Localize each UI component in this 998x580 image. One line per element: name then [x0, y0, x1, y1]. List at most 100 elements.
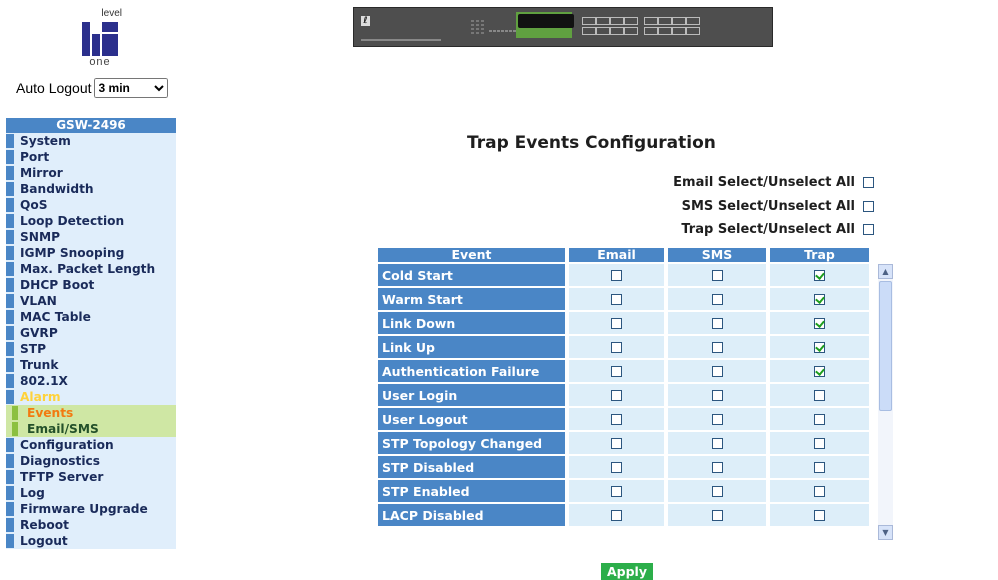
sidebar-item-stp[interactable]: STP	[6, 341, 176, 357]
table-row: Warm Start	[378, 288, 869, 310]
sidebar-item-snmp[interactable]: SNMP	[6, 229, 176, 245]
email-checkbox[interactable]	[611, 293, 622, 305]
sms-checkbox[interactable]	[711, 389, 723, 401]
email-cell	[569, 456, 664, 478]
sidebar-item-firmware-upgrade[interactable]: Firmware Upgrade	[6, 501, 176, 517]
event-name: Link Down	[378, 312, 565, 334]
event-name: Cold Start	[378, 264, 565, 286]
trap-checkbox[interactable]	[814, 485, 825, 497]
sms-checkbox[interactable]	[711, 509, 723, 521]
sidebar-item-bandwidth[interactable]: Bandwidth	[6, 181, 176, 197]
sms-checkbox[interactable]	[711, 269, 723, 281]
email-checkbox[interactable]	[611, 341, 622, 353]
sms-checkbox[interactable]	[711, 485, 723, 497]
sidebar-item-gvrp[interactable]: GVRP	[6, 325, 176, 341]
sms-checkbox[interactable]	[711, 341, 723, 353]
sidebar-item-trunk[interactable]: Trunk	[6, 357, 176, 373]
sidebar-item-loop-detection[interactable]: Loop Detection	[6, 213, 176, 229]
trap-cell	[770, 264, 869, 286]
email-checkbox[interactable]	[611, 317, 622, 329]
email-cell	[569, 504, 664, 526]
event-name: Authentication Failure	[378, 360, 565, 382]
sidebar-item-max-packet-length[interactable]: Max. Packet Length	[6, 261, 176, 277]
email-cell	[569, 408, 664, 430]
table-scrollbar[interactable]: ▲ ▼	[878, 264, 893, 540]
sms-checkbox[interactable]	[711, 317, 723, 329]
table-row: LACP Disabled	[378, 504, 869, 526]
sfp-port-icon	[644, 17, 658, 25]
sms-cell	[668, 264, 766, 286]
sidebar-item-port[interactable]: Port	[6, 149, 176, 165]
email-checkbox[interactable]	[611, 437, 622, 449]
sidebar-subitem-events[interactable]: Events	[6, 405, 176, 421]
trap-cell	[770, 456, 869, 478]
trap-checkbox[interactable]	[814, 461, 825, 473]
email-checkbox[interactable]	[611, 485, 622, 497]
email-checkbox[interactable]	[611, 269, 622, 281]
sms-checkbox[interactable]	[711, 293, 723, 305]
sms-checkbox[interactable]	[711, 437, 723, 449]
sms-select-all-checkbox[interactable]	[863, 201, 874, 212]
sfp-port-icon	[610, 27, 624, 35]
sms-cell	[668, 432, 766, 454]
rj45-port-icon	[557, 14, 574, 28]
trap-checkbox[interactable]	[814, 341, 825, 353]
sms-checkbox[interactable]	[711, 365, 723, 377]
sfp-port-icon	[686, 17, 700, 25]
trap-select-all: Trap Select/Unselect All	[681, 222, 874, 237]
trap-checkbox[interactable]	[814, 269, 825, 281]
email-cell	[569, 336, 664, 358]
trap-checkbox[interactable]	[814, 365, 825, 377]
apply-button[interactable]: Apply	[601, 563, 653, 580]
header-email: Email	[569, 248, 664, 262]
sidebar-item-igmp-snooping[interactable]: IGMP Snooping	[6, 245, 176, 261]
sidebar-item-logout[interactable]: Logout	[6, 533, 176, 549]
sms-checkbox[interactable]	[711, 461, 723, 473]
trap-checkbox[interactable]	[814, 293, 825, 305]
trap-checkbox[interactable]	[814, 413, 825, 425]
table-row: Cold Start	[378, 264, 869, 286]
sidebar-item-reboot[interactable]: Reboot	[6, 517, 176, 533]
trap-checkbox[interactable]	[814, 437, 825, 449]
sidebar-item-diagnostics[interactable]: Diagnostics	[6, 453, 176, 469]
sidebar-item-802-1x[interactable]: 802.1X	[6, 373, 176, 389]
sfp-port-icon	[582, 17, 596, 25]
sidebar-nav: GSW-2496 System Port Mirror Bandwidth QoS Loo…	[6, 118, 176, 549]
sidebar-item-system[interactable]: System	[6, 133, 176, 149]
sidebar-item-mac-table[interactable]: MAC Table	[6, 309, 176, 325]
trap-checkbox[interactable]	[814, 317, 825, 329]
email-cell	[569, 360, 664, 382]
trap-select-all-checkbox[interactable]	[863, 224, 874, 235]
scrollbar-thumb[interactable]	[879, 281, 892, 411]
email-select-all-checkbox[interactable]	[863, 177, 874, 188]
auto-logout-select[interactable]: 3 min	[93, 78, 168, 98]
scroll-down-icon[interactable]: ▼	[878, 525, 893, 540]
sms-select-all-label: SMS Select/Unselect All	[681, 199, 855, 214]
logo-top-text: level	[101, 8, 122, 19]
sidebar-item-tftp-server[interactable]: TFTP Server	[6, 469, 176, 485]
sidebar-item-mirror[interactable]: Mirror	[6, 165, 176, 181]
sms-cell	[668, 456, 766, 478]
sidebar-item-dhcp-boot[interactable]: DHCP Boot	[6, 277, 176, 293]
email-checkbox[interactable]	[611, 413, 622, 425]
scroll-up-icon[interactable]: ▲	[878, 264, 893, 279]
email-checkbox[interactable]	[611, 389, 622, 401]
trap-checkbox[interactable]	[814, 509, 825, 521]
sidebar-item-vlan[interactable]: VLAN	[6, 293, 176, 309]
table-row: Authentication Failure	[378, 360, 869, 382]
table-row: Link Down	[378, 312, 869, 334]
sidebar-subitem-email-sms[interactable]: Email/SMS	[6, 421, 176, 437]
switch-device-image: ℓ	[353, 7, 773, 47]
email-checkbox[interactable]	[611, 509, 622, 521]
sidebar-item-configuration[interactable]: Configuration	[6, 437, 176, 453]
sidebar-item-qos[interactable]: QoS	[6, 197, 176, 213]
trap-checkbox[interactable]	[814, 389, 825, 401]
sidebar-item-log[interactable]: Log	[6, 485, 176, 501]
email-checkbox[interactable]	[611, 365, 622, 377]
sms-cell	[668, 312, 766, 334]
email-checkbox[interactable]	[611, 461, 622, 473]
sms-cell	[668, 288, 766, 310]
email-cell	[569, 384, 664, 406]
sidebar-item-alarm[interactable]: Alarm	[6, 389, 176, 405]
sms-checkbox[interactable]	[711, 413, 723, 425]
